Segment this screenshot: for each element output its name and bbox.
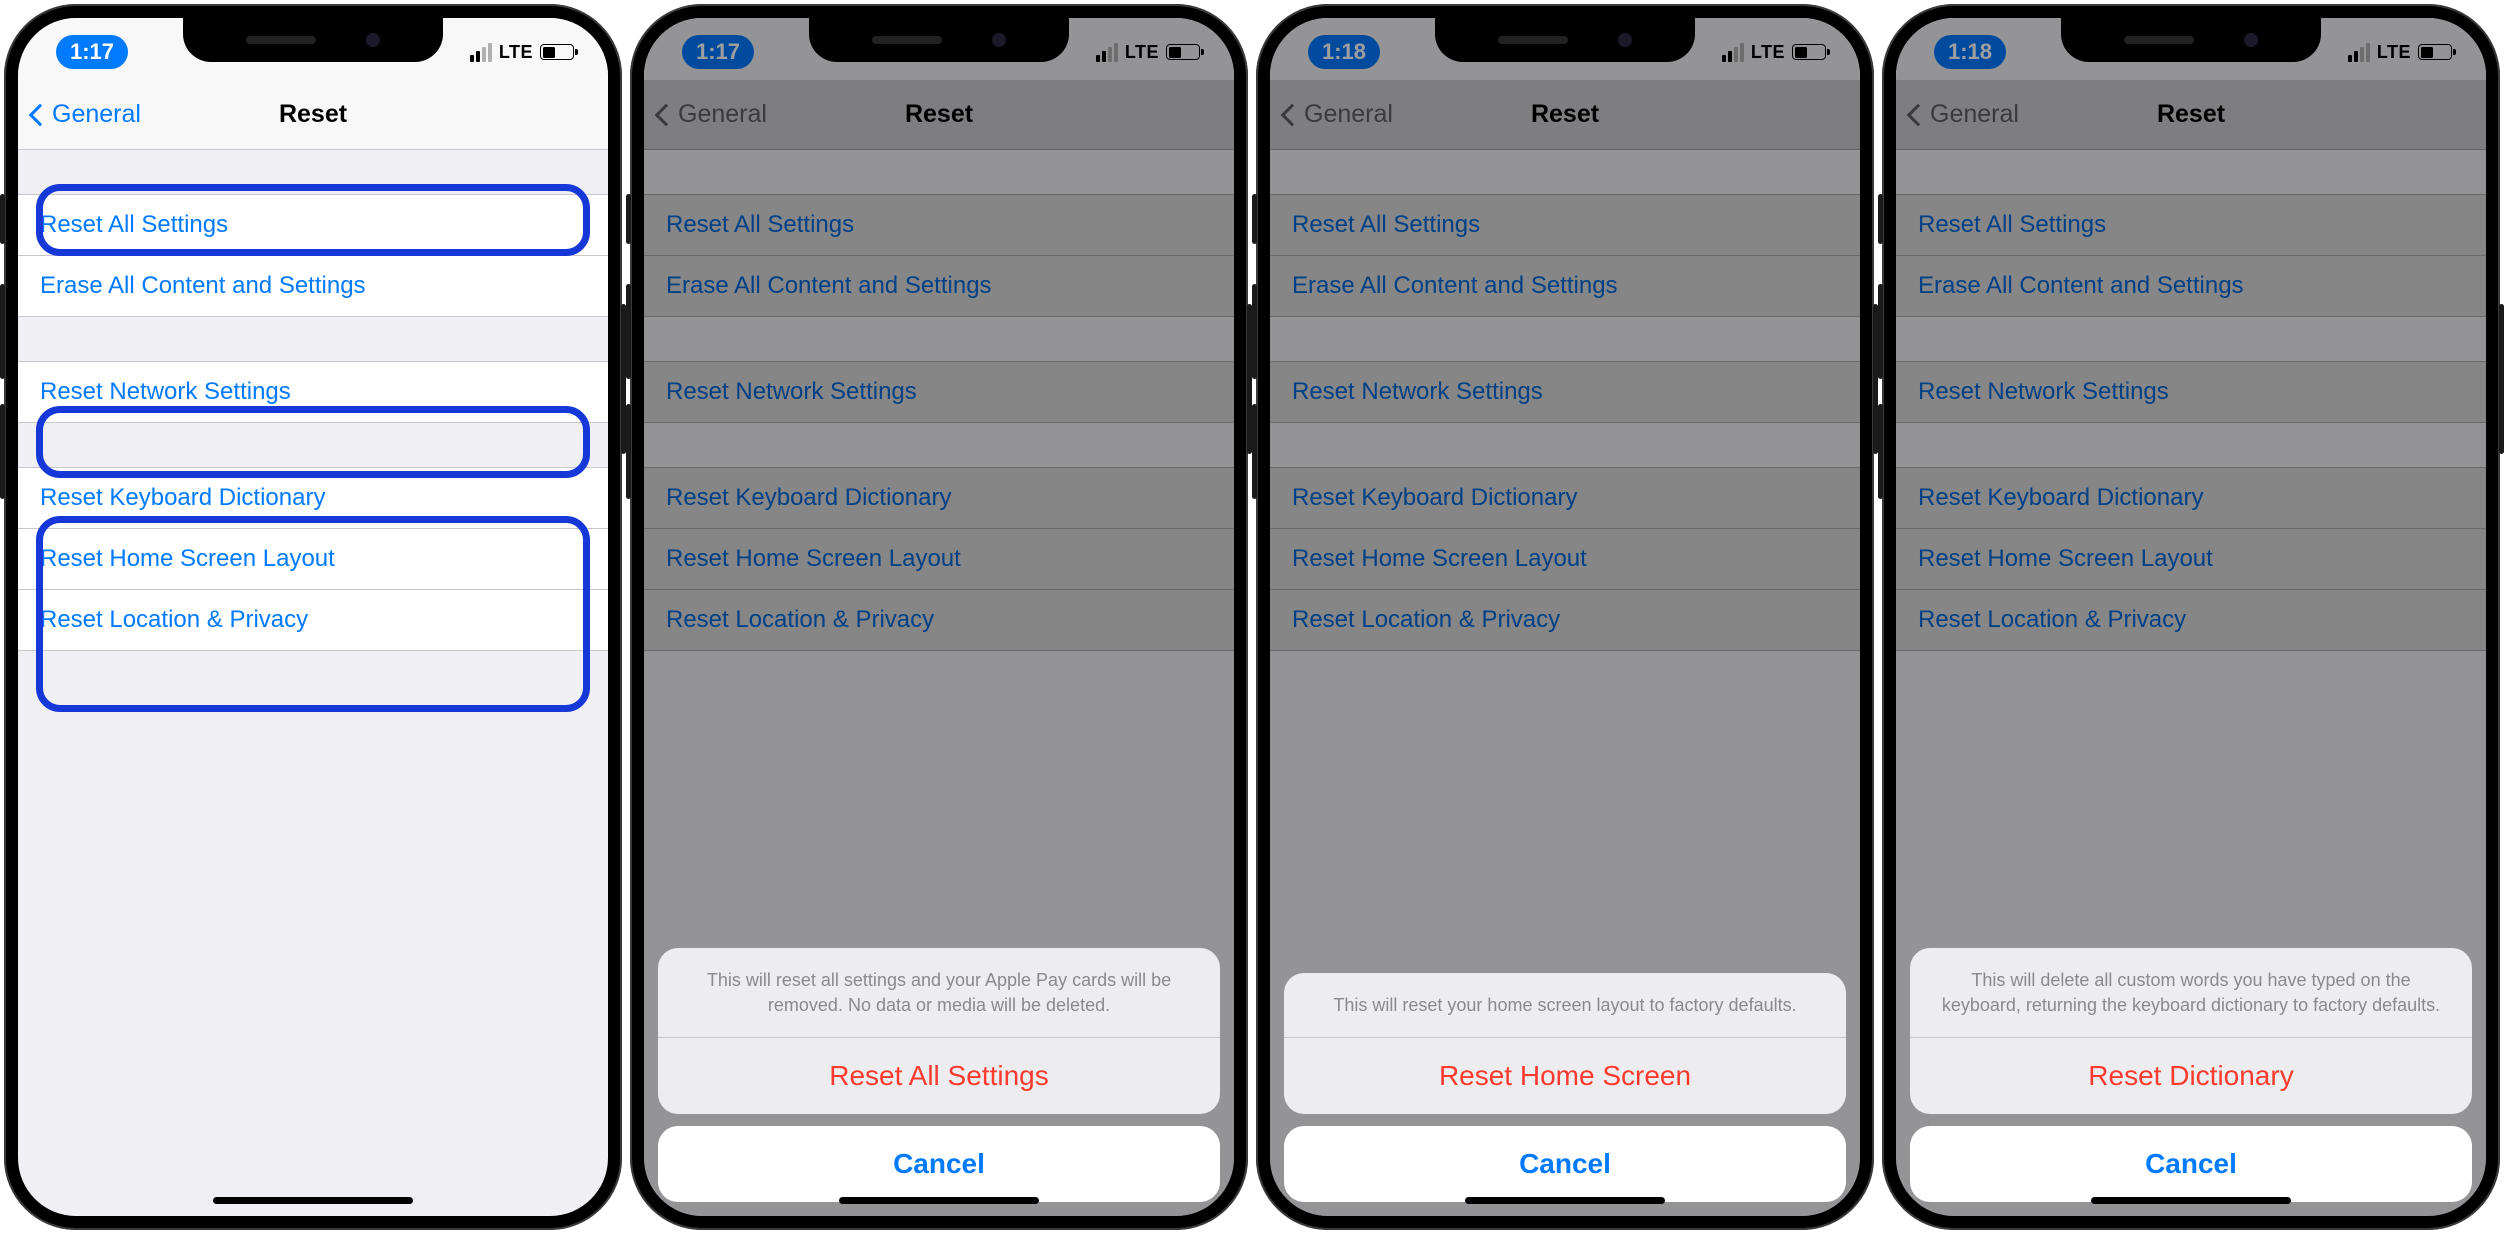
status-time[interactable]: 1:17 bbox=[56, 35, 128, 69]
mute-switch bbox=[0, 194, 5, 244]
notch bbox=[183, 18, 443, 62]
volume-up bbox=[0, 284, 5, 379]
sheet-destructive-button[interactable]: Reset All Settings bbox=[658, 1038, 1220, 1114]
reset-network-row[interactable]: Reset Network Settings bbox=[18, 362, 608, 422]
mute-switch bbox=[1252, 194, 1257, 244]
sheet-block: This will delete all custom words you ha… bbox=[1910, 948, 2472, 1114]
sheet-destructive-button[interactable]: Reset Dictionary bbox=[1910, 1038, 2472, 1114]
sheet-cancel-button[interactable]: Cancel bbox=[1284, 1126, 1846, 1202]
side-button bbox=[2499, 304, 2504, 454]
screen: 1:17 LTE General Reset Reset All Setting… bbox=[18, 18, 608, 1216]
phone-frame: 1:17 LTE General Reset Reset All Setting… bbox=[630, 4, 1248, 1230]
screen: 1:18 LTE General Reset Reset All Setting… bbox=[1270, 18, 1860, 1216]
reset-all-settings-row[interactable]: Reset All Settings bbox=[18, 195, 608, 256]
home-indicator[interactable] bbox=[839, 1197, 1039, 1204]
volume-down bbox=[0, 404, 5, 499]
volume-up bbox=[1878, 284, 1883, 379]
chevron-left-icon bbox=[29, 103, 52, 126]
notch bbox=[809, 18, 1069, 62]
sheet-message: This will reset all settings and your Ap… bbox=[658, 948, 1220, 1038]
sheet-message: This will delete all custom words you ha… bbox=[1910, 948, 2472, 1038]
reset-homescreen-row[interactable]: Reset Home Screen Layout bbox=[18, 529, 608, 590]
settings-group: Reset Network Settings bbox=[18, 361, 608, 423]
phone-frame: 1:18 LTE General Reset Reset All Setting… bbox=[1256, 4, 1874, 1230]
notch bbox=[2061, 18, 2321, 62]
phone-frame: 1:17 LTE General Reset Reset All Setting… bbox=[4, 4, 622, 1230]
content-area: Reset All Settings Erase All Content and… bbox=[18, 194, 608, 651]
battery-icon bbox=[540, 44, 574, 60]
volume-down bbox=[1878, 404, 1883, 499]
mute-switch bbox=[1878, 194, 1883, 244]
phone-frame: 1:18 LTE General Reset Reset All Setting… bbox=[1882, 4, 2500, 1230]
action-sheet: This will reset your home screen layout … bbox=[1284, 973, 1846, 1202]
volume-up bbox=[626, 284, 631, 379]
settings-group: Reset Keyboard Dictionary Reset Home Scr… bbox=[18, 467, 608, 651]
notch bbox=[1435, 18, 1695, 62]
volume-down bbox=[626, 404, 631, 499]
action-sheet: This will reset all settings and your Ap… bbox=[658, 948, 1220, 1202]
screen: 1:18 LTE General Reset Reset All Setting… bbox=[1896, 18, 2486, 1216]
network-label: LTE bbox=[499, 42, 533, 63]
page-title: Reset bbox=[279, 100, 347, 129]
status-right: LTE bbox=[470, 42, 574, 63]
settings-group: Reset All Settings Erase All Content and… bbox=[18, 194, 608, 317]
volume-up bbox=[1252, 284, 1257, 379]
back-label: General bbox=[52, 100, 141, 129]
cellular-signal-icon bbox=[470, 43, 492, 62]
sheet-cancel-button[interactable]: Cancel bbox=[1910, 1126, 2472, 1202]
home-indicator[interactable] bbox=[2091, 1197, 2291, 1204]
screen: 1:17 LTE General Reset Reset All Setting… bbox=[644, 18, 1234, 1216]
sheet-message: This will reset your home screen layout … bbox=[1284, 973, 1846, 1038]
home-indicator[interactable] bbox=[1465, 1197, 1665, 1204]
sheet-block: This will reset all settings and your Ap… bbox=[658, 948, 1220, 1114]
home-indicator[interactable] bbox=[213, 1197, 413, 1204]
reset-location-row[interactable]: Reset Location & Privacy bbox=[18, 590, 608, 650]
sheet-block: This will reset your home screen layout … bbox=[1284, 973, 1846, 1114]
reset-keyboard-row[interactable]: Reset Keyboard Dictionary bbox=[18, 468, 608, 529]
sheet-destructive-button[interactable]: Reset Home Screen bbox=[1284, 1038, 1846, 1114]
volume-down bbox=[1252, 404, 1257, 499]
action-sheet: This will delete all custom words you ha… bbox=[1910, 948, 2472, 1202]
mute-switch bbox=[626, 194, 631, 244]
nav-bar: General Reset bbox=[18, 80, 608, 150]
sheet-cancel-button[interactable]: Cancel bbox=[658, 1126, 1220, 1202]
back-button[interactable]: General bbox=[32, 100, 141, 129]
erase-all-row[interactable]: Erase All Content and Settings bbox=[18, 256, 608, 316]
